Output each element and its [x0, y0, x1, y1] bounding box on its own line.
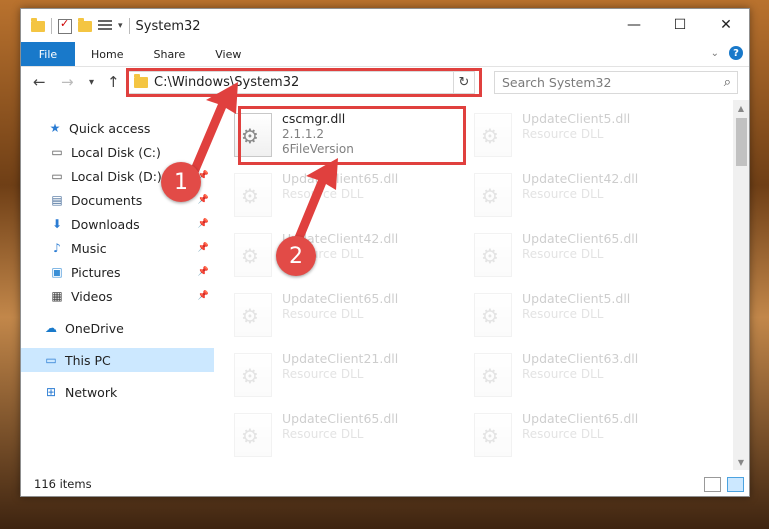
step-badge-1: 1	[161, 162, 201, 202]
annotation-arrows	[190, 82, 338, 252]
arrow-1-icon	[190, 82, 238, 174]
step-badge-2: 2	[276, 236, 316, 276]
